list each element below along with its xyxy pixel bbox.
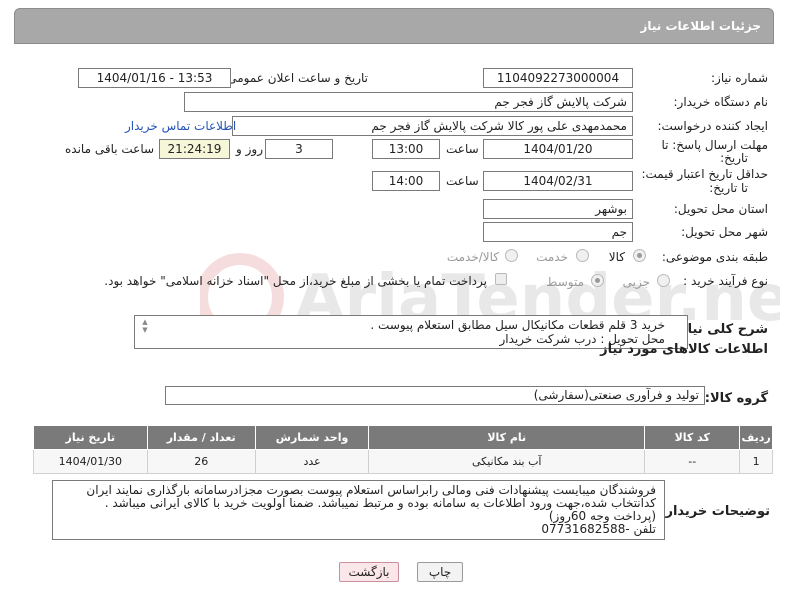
days-label: روز و [236, 142, 263, 156]
category-option-both: کالا/خدمت [446, 250, 499, 264]
reply-time-label: ساعت [446, 142, 479, 156]
buyer-notes-textarea[interactable]: فروشندگان میبایست پیشنهادات فنی ومالی را… [52, 480, 665, 540]
remaining-label: ساعت باقی مانده [65, 142, 155, 156]
goods-section-title: اطلاعات کالاهای مورد نیاز [600, 342, 768, 357]
header-panel: جزئیات اطلاعات نیاز [14, 8, 774, 44]
process-radio-small[interactable] [657, 274, 670, 287]
reply-deadline-label-2: تاریخ: [720, 151, 748, 165]
process-radio-medium[interactable] [591, 274, 604, 287]
price-time-label: ساعت [446, 174, 479, 188]
notes-line-4: تلفن -07731682588 [541, 522, 656, 536]
back-button[interactable]: بازگشت [339, 562, 399, 582]
description-label: شرح کلی نیاز: [674, 322, 768, 337]
announce-field[interactable]: 1404/01/16 - 13:53 [78, 68, 231, 88]
price-time-field[interactable]: 14:00 [372, 171, 440, 191]
cell-qty: 26 [146, 449, 256, 474]
treasury-payment-note: پرداخت تمام یا بخشی از مبلغ خرید،از محل … [104, 274, 487, 288]
col-date: تاریخ نیاز [33, 425, 148, 450]
goods-group-field: تولید و فرآوری صنعتی(سفارشی) [165, 386, 705, 405]
creator-field[interactable]: محمدمهدی علی پور کالا شرکت پالایش گاز فج… [232, 116, 633, 136]
reply-date-field[interactable]: 1404/01/20 [483, 139, 633, 159]
need-number-label: شماره نیاز: [711, 71, 768, 85]
price-date-field[interactable]: 1404/02/31 [483, 171, 633, 191]
buyer-org-label: نام دستگاه خریدار: [673, 95, 769, 109]
province-label: استان محل تحویل: [673, 202, 768, 216]
category-option-goods: کالا [608, 250, 625, 264]
contact-info-link[interactable]: اطلاعات تماس خریدار [125, 119, 236, 133]
remaining-time-field: 21:24:19 [159, 139, 230, 159]
category-radio-both[interactable] [505, 249, 518, 262]
category-option-service: خدمت [536, 250, 568, 264]
col-qty: تعداد / مقدار [146, 425, 256, 450]
print-button[interactable]: چاپ [417, 562, 463, 582]
cell-name: آب بند مکانیکی [368, 449, 646, 474]
goods-table-header: ردیف کد کالا نام کالا واحد شمارش تعداد /… [33, 425, 773, 450]
page-title: جزئیات اطلاعات نیاز [640, 19, 761, 33]
cell-unit: عدد [254, 449, 370, 474]
treasury-payment-checkbox[interactable] [495, 273, 507, 285]
price-validity-label-2: تا تاریخ: [709, 181, 748, 195]
category-radio-goods[interactable] [633, 249, 646, 262]
process-option-medium: متوسط [546, 275, 584, 289]
goods-table: ردیف کد کالا نام کالا واحد شمارش تعداد /… [33, 425, 773, 474]
reply-deadline-label: مهلت ارسال پاسخ: تا [661, 138, 768, 152]
col-row: ردیف [739, 425, 773, 450]
process-label: نوع فرآیند خرید : [683, 274, 768, 288]
goods-group-label: گروه کالا: [704, 391, 768, 406]
province-field[interactable]: بوشهر [483, 199, 633, 219]
cell-date: 1404/01/30 [33, 449, 148, 474]
city-label: شهر محل تحویل: [681, 225, 768, 239]
description-line-1: خرید 3 قلم قطعات مکانیکال سیل مطابق استع… [370, 318, 665, 332]
col-unit: واحد شمارش [254, 425, 370, 450]
col-code: کد کالا [644, 425, 741, 450]
table-row[interactable]: 1 -- آب بند مکانیکی عدد 26 1404/01/30 [33, 449, 773, 474]
reply-time-field[interactable]: 13:00 [372, 139, 440, 159]
process-option-small: جزیی [622, 275, 650, 289]
description-line-2: محل تحویل : درب شرکت خریدار [499, 332, 665, 346]
creator-label: ایجاد کننده درخواست: [657, 119, 768, 133]
textarea-scroll-icon[interactable]: ▲ ▼ [139, 318, 151, 334]
category-radio-service[interactable] [576, 249, 589, 262]
announce-label: تاریخ و ساعت اعلان عمومی: [223, 71, 368, 85]
need-number-field[interactable]: 1104092273000004 [483, 68, 633, 88]
cell-code: -- [644, 449, 741, 474]
category-label: طبقه بندی موضوعی: [661, 250, 768, 264]
buyer-org-field[interactable]: شرکت پالایش گاز فجر جم [184, 92, 633, 112]
col-name: نام کالا [368, 425, 646, 450]
city-field[interactable]: جم [483, 222, 633, 242]
price-validity-label: حداقل تاریخ اعتبار قیمت: [641, 167, 768, 181]
cell-row: 1 [739, 449, 773, 474]
days-field[interactable]: 3 [265, 139, 333, 159]
buyer-notes-label: توضیحات خریدار: [660, 504, 770, 519]
